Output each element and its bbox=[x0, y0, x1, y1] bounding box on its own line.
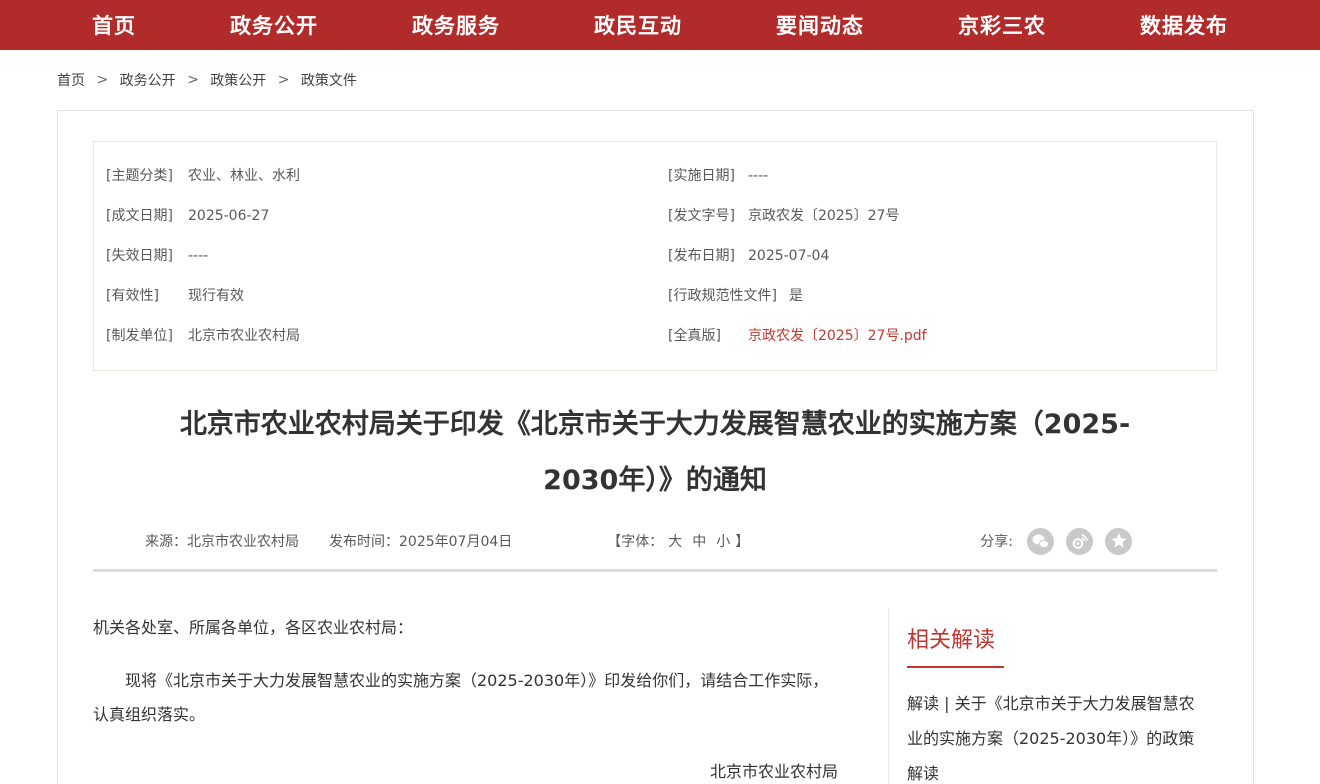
meta-row-validity: [有效性] 现行有效 bbox=[106, 276, 654, 316]
font-switch-prefix: 【字体： bbox=[607, 534, 663, 550]
pdf-link[interactable]: 京政农发〔2025〕27号.pdf bbox=[748, 316, 927, 356]
meta-value: ---- bbox=[748, 156, 768, 196]
meta-label: [发文字号] bbox=[668, 196, 736, 236]
breadcrumb-gov-disclosure[interactable]: 政务公开 bbox=[120, 73, 176, 89]
meta-row-issuing-unit: [制发单位] 北京市农业农村局 bbox=[106, 316, 654, 356]
meta-label: [失效日期] bbox=[106, 236, 176, 276]
sidebar-title-underline bbox=[907, 666, 1004, 668]
article-paragraph: 现将《北京市关于大力发展智慧农业的实施方案（2025-2030年）》印发给你们，… bbox=[93, 664, 838, 732]
meta-value: 北京市农业农村局 bbox=[188, 316, 300, 356]
article-signer: 北京市农业农村局 bbox=[93, 758, 838, 782]
font-size-medium-button[interactable]: 中 bbox=[692, 534, 706, 550]
meta-label: [发布日期] bbox=[668, 236, 736, 276]
meta-row-expiry-date: [失效日期] ---- bbox=[106, 236, 654, 276]
meta-label: [行政规范性文件] bbox=[668, 276, 777, 316]
nav-item-home[interactable]: 首页 bbox=[92, 10, 136, 40]
meta-row-issue-date: [成文日期] 2025-06-27 bbox=[106, 196, 654, 236]
article-publish-time: 发布时间：2025年07月04日 bbox=[329, 531, 512, 551]
qzone-share-icon[interactable] bbox=[1105, 528, 1132, 555]
breadcrumb-separator: > bbox=[96, 72, 108, 88]
nav-item-jingcai-sannong[interactable]: 京彩三农 bbox=[958, 10, 1046, 40]
nav-item-data-release[interactable]: 数据发布 bbox=[1140, 10, 1228, 40]
content-section: 机关各处室、所属各单位，各区农业农村局： 现将《北京市关于大力发展智慧农业的实施… bbox=[93, 572, 1217, 784]
meta-value: 农业、林业、水利 bbox=[188, 156, 300, 196]
meta-label: [成文日期] bbox=[106, 196, 176, 236]
nav-item-gov-services[interactable]: 政务服务 bbox=[412, 10, 500, 40]
article-salutation: 机关各处室、所属各单位，各区农业农村局： bbox=[93, 616, 838, 640]
font-size-large-button[interactable]: 大 bbox=[668, 534, 682, 550]
page-title: 北京市农业农村局关于印发《北京市关于大力发展智慧农业的实施方案（2025-203… bbox=[93, 397, 1217, 509]
meta-label: [实施日期] bbox=[668, 156, 736, 196]
meta-row-topic-category: [主题分类] 农业、林业、水利 bbox=[106, 156, 654, 196]
breadcrumb-policy-documents: 政策文件 bbox=[301, 73, 357, 89]
meta-value: 是 bbox=[789, 276, 803, 316]
metadata-right-column: [实施日期] ---- [发文字号] 京政农发〔2025〕27号 [发布日期] … bbox=[654, 156, 1202, 356]
related-interpretation-link[interactable]: 解读 | 关于《北京市关于大力发展智慧农业的实施方案（2025-2030年）》的… bbox=[907, 686, 1207, 784]
document-card: [主题分类] 农业、林业、水利 [成文日期] 2025-06-27 [失效日期]… bbox=[57, 110, 1254, 784]
article-body: 机关各处室、所属各单位，各区农业农村局： 现将《北京市关于大力发展智慧农业的实施… bbox=[93, 572, 888, 784]
sidebar-title: 相关解读 bbox=[907, 622, 1217, 654]
meta-label: [主题分类] bbox=[106, 156, 176, 196]
article-source: 来源：北京市农业农村局 bbox=[145, 531, 299, 551]
top-navigation: 首页 政务公开 政务服务 政民互动 要闻动态 京彩三农 数据发布 bbox=[0, 0, 1320, 50]
nav-item-public-interaction[interactable]: 政民互动 bbox=[594, 10, 682, 40]
meta-label: [制发单位] bbox=[106, 316, 176, 356]
breadcrumb-policy-disclosure[interactable]: 政策公开 bbox=[210, 73, 266, 89]
breadcrumb-home[interactable]: 首页 bbox=[57, 73, 85, 89]
meta-value: 现行有效 bbox=[188, 276, 244, 316]
meta-row-implementation-date: [实施日期] ---- bbox=[668, 156, 1202, 196]
share-label: 分享: bbox=[980, 531, 1013, 551]
meta-row-publish-date: [发布日期] 2025-07-04 bbox=[668, 236, 1202, 276]
meta-row-document-number: [发文字号] 京政农发〔2025〕27号 bbox=[668, 196, 1202, 236]
breadcrumb-separator: > bbox=[187, 72, 199, 88]
share-group: 分享: bbox=[980, 528, 1132, 555]
breadcrumb-separator: > bbox=[278, 72, 290, 88]
font-size-small-button[interactable]: 小 bbox=[716, 534, 730, 550]
meta-value: ---- bbox=[188, 236, 208, 276]
article-meta-row: 来源：北京市农业农村局 发布时间：2025年07月04日 【字体： 大中小】 分享… bbox=[93, 525, 1217, 557]
meta-row-administrative-normative: [行政规范性文件] 是 bbox=[668, 276, 1202, 316]
font-switch-suffix: 】 bbox=[735, 534, 749, 550]
meta-value: 2025-06-27 bbox=[188, 196, 269, 236]
metadata-left-column: [主题分类] 农业、林业、水利 [成文日期] 2025-06-27 [失效日期]… bbox=[106, 156, 654, 356]
document-metadata-box: [主题分类] 农业、林业、水利 [成文日期] 2025-06-27 [失效日期]… bbox=[93, 141, 1217, 371]
font-size-switcher: 【字体： 大中小】 bbox=[607, 531, 749, 551]
nav-item-news[interactable]: 要闻动态 bbox=[776, 10, 864, 40]
meta-value: 京政农发〔2025〕27号 bbox=[748, 196, 899, 236]
meta-value: 2025-07-04 bbox=[748, 236, 829, 276]
related-interpretation-sidebar: 相关解读 解读 | 关于《北京市关于大力发展智慧农业的实施方案（2025-203… bbox=[888, 608, 1217, 784]
wechat-share-icon[interactable] bbox=[1027, 528, 1054, 555]
nav-item-gov-disclosure[interactable]: 政务公开 bbox=[230, 10, 318, 40]
weibo-share-icon[interactable] bbox=[1066, 528, 1093, 555]
breadcrumb: 首页 > 政务公开 > 政策公开 > 政策文件 bbox=[57, 70, 1320, 90]
meta-row-full-version: [全真版] 京政农发〔2025〕27号.pdf bbox=[668, 316, 1202, 356]
meta-label: [有效性] bbox=[106, 276, 176, 316]
meta-label: [全真版] bbox=[668, 316, 736, 356]
